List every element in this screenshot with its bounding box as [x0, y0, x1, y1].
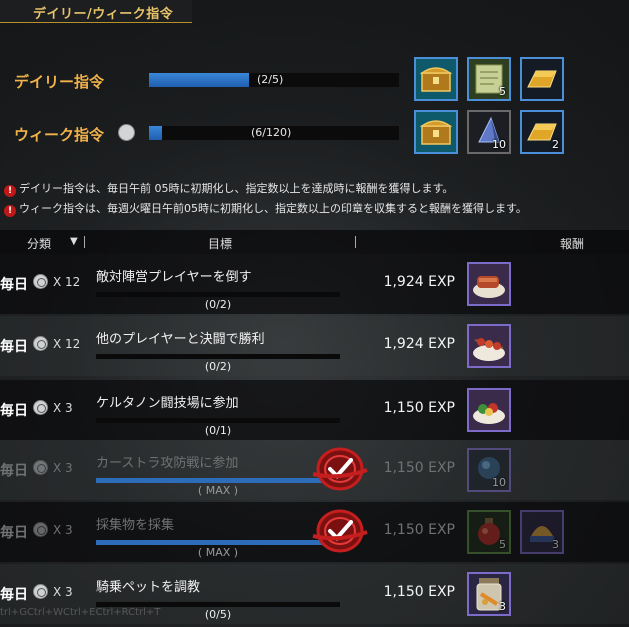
row-progress-text: (0/2)	[204, 360, 232, 373]
row-objective: 他のプレイヤーと決闘で勝利	[96, 332, 265, 347]
row-seal-count: X 12	[53, 337, 81, 351]
daily-quota-bar: (2/5)	[149, 73, 399, 87]
row-progress-text: (0/1)	[204, 424, 232, 437]
row-objective: ケルタノン闘技場に参加	[96, 396, 239, 411]
row-progress-text: (0/2)	[204, 298, 232, 311]
table-header: 分類 ▼ 目標 報酬	[0, 230, 629, 254]
meat-dish-icon	[469, 264, 509, 304]
reward-slot[interactable]: 5	[467, 510, 511, 554]
reward-slot[interactable]: 10	[467, 448, 511, 492]
gold-chest-icon	[416, 59, 456, 99]
row-progress-fill	[96, 478, 340, 483]
weekly-reward-slot-2[interactable]: 10	[467, 110, 511, 154]
row-objective: カーストラ攻防戦に参加	[96, 456, 239, 471]
row-exp-reward: 1,924 EXP	[383, 336, 455, 352]
row-seal-count: X 3	[53, 461, 73, 475]
row-objective: 騎乗ペットを調教	[96, 580, 201, 595]
weekly-reward-slot-3[interactable]: 2	[520, 110, 564, 154]
notice-weekly: ! ウィーク指令は、毎週火曜日午前05時に初期化し、指定数以上の印章を収集すると報…	[4, 200, 527, 217]
row-progress-bar	[96, 478, 340, 483]
row-progress-bar	[96, 418, 340, 423]
table-row[interactable]: 毎日 X 3 採集物を採集 ( MAX ) 1,150 EXP 5 3	[0, 502, 629, 562]
row-exp-reward: 1,150 EXP	[383, 584, 455, 600]
row-exp-reward: 1,150 EXP	[383, 460, 455, 476]
weekly-quota-bar-fill	[149, 126, 162, 140]
completed-stamp-icon	[312, 447, 368, 491]
seal-icon	[33, 584, 48, 599]
row-seal-count: X 12	[53, 275, 81, 289]
window-title-bar: デイリー/ウィーク指令	[0, 0, 192, 23]
reward-slot[interactable]: 3	[467, 572, 511, 616]
row-exp-reward: 1,924 EXP	[383, 274, 455, 290]
row-progress-bar	[96, 292, 340, 297]
row-period: 毎日	[0, 587, 28, 603]
row-progress-fill	[96, 540, 340, 545]
row-progress-bar	[96, 540, 340, 545]
row-seal-count: X 3	[53, 523, 73, 537]
skewer-dish-icon	[469, 326, 509, 366]
gold-bar-icon	[522, 59, 562, 99]
seal-icon	[118, 124, 135, 141]
daily-reward-slot-2[interactable]: 5	[467, 57, 511, 101]
row-period: 毎日	[0, 525, 28, 541]
seal-icon	[33, 274, 48, 289]
row-period: 毎日	[0, 463, 28, 479]
key-hint-overlay: trl+GCtrl+WCtrl+ECtrl+RCtrl+T	[0, 607, 161, 618]
row-seal-count: X 3	[53, 401, 73, 415]
seal-icon	[33, 400, 48, 415]
warning-icon: !	[4, 205, 16, 217]
warning-icon: !	[4, 185, 16, 197]
header-category[interactable]: 分類	[27, 235, 51, 252]
row-seal-count: X 3	[53, 585, 73, 599]
table-row[interactable]: 毎日 X 12 敵対陣営プレイヤーを倒す (0/2) 1,924 EXP	[0, 254, 629, 314]
salad-dish-icon	[469, 390, 509, 430]
reward-slot[interactable]	[467, 324, 511, 368]
table-row[interactable]: 毎日 X 12 他のプレイヤーと決闘で勝利 (0/2) 1,924 EXP	[0, 316, 629, 376]
seal-icon	[33, 460, 48, 475]
header-objective: 目標	[208, 237, 233, 251]
row-objective: 敵対陣営プレイヤーを倒す	[96, 270, 252, 285]
header-divider	[355, 236, 356, 248]
row-period: 毎日	[0, 403, 28, 419]
row-exp-reward: 1,150 EXP	[383, 522, 455, 538]
table-row[interactable]: 毎日 X 3 ケルタノン闘技場に参加 (0/1) 1,150 EXP	[0, 380, 629, 440]
row-progress-bar	[96, 354, 340, 359]
seal-icon	[33, 522, 48, 537]
window-title: デイリー/ウィーク指令	[33, 7, 174, 22]
row-progress-text: ( MAX )	[197, 546, 239, 559]
weekly-quota-bar: (6/120)	[149, 126, 399, 140]
row-objective: 採集物を採集	[96, 518, 175, 533]
daily-quota-count: (2/5)	[257, 73, 284, 86]
daily-quota-bar-fill	[149, 73, 249, 87]
weekly-quota-label: ウィーク指令	[14, 126, 105, 144]
gold-chest-icon	[416, 112, 456, 152]
weekly-reward-slot-1[interactable]	[414, 110, 458, 154]
completed-stamp-icon	[312, 509, 368, 553]
reward-slot[interactable]	[467, 388, 511, 432]
row-period: 毎日	[0, 339, 28, 355]
sort-arrow-icon[interactable]: ▼	[70, 236, 78, 247]
reward-slot[interactable]	[467, 262, 511, 306]
header-divider	[84, 236, 85, 248]
notice-daily: ! デイリー指令は、毎日午前 05時に初期化し、指定数以上を達成時に報酬を獲得しま…	[4, 180, 453, 197]
seal-icon	[33, 336, 48, 351]
header-reward: 報酬	[560, 237, 585, 251]
daily-reward-slot-3[interactable]	[520, 57, 564, 101]
row-period: 毎日	[0, 277, 28, 293]
daily-quota-label: デイリー指令	[14, 73, 105, 91]
weekly-quota-count: (6/120)	[251, 126, 292, 139]
row-exp-reward: 1,150 EXP	[383, 400, 455, 416]
row-progress-text: ( MAX )	[197, 484, 239, 497]
reward-slot[interactable]: 3	[520, 510, 564, 554]
daily-reward-slot-1[interactable]	[414, 57, 458, 101]
table-row[interactable]: 毎日 X 3 カーストラ攻防戦に参加 ( MAX ) 1,150 EXP 10	[0, 440, 629, 500]
